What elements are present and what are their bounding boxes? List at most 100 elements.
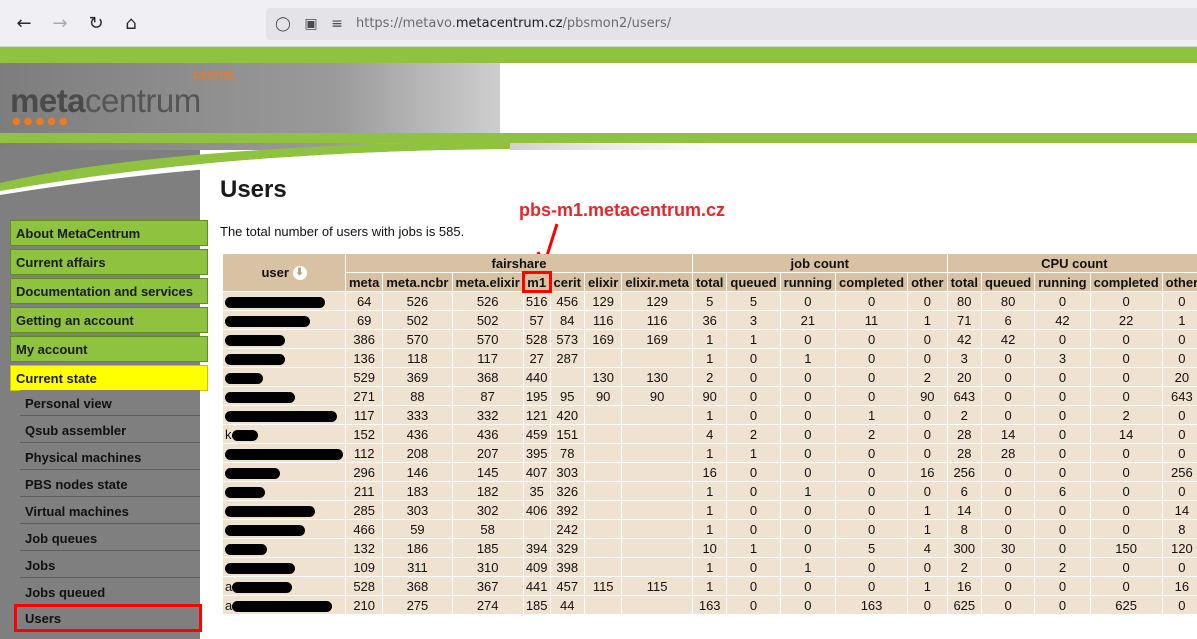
table-row: 132 186 185 394 329 10 1 0 5 4 300 30 0 150 120 [223,539,1197,557]
user-cell[interactable] [223,482,345,500]
address-bar[interactable]: ◯ ▣ ≡ https://metavo.metacentrum.cz/pbsm… [266,8,1197,40]
cell-total: 4 [692,425,727,443]
menu-item-my-account[interactable]: My account [10,336,208,362]
column-header-elixir-meta[interactable]: elixir.meta [622,273,692,291]
column-header-other[interactable]: other [908,273,947,291]
menu-item-current-state[interactable]: Current state [10,365,208,391]
cell-queued: 0 [727,596,780,614]
shield-icon[interactable]: ◯ [274,15,292,33]
cell-running: 1 [780,558,836,576]
cell-other: 0 [908,406,947,424]
cell-other: 1 [908,577,947,595]
cell-queued: 0 [982,501,1035,519]
column-header-completed[interactable]: completed [836,273,908,291]
submenu-item-virtual-machines[interactable]: Virtual machines [20,498,200,524]
user-cell[interactable] [223,406,345,424]
menu-item-documentation-and-services[interactable]: Documentation and services [10,278,208,304]
column-header-running[interactable]: running [780,273,836,291]
column-header-total[interactable]: total [947,273,982,291]
reload-icon[interactable]: ↻ [82,9,110,37]
submenu-item-job-queues[interactable]: Job queues [20,525,200,551]
table-row: 136 118 117 27 287 1 0 1 0 0 3 0 3 0 0 [223,349,1197,367]
cell-completed: 0 [1090,330,1162,348]
user-cell[interactable] [223,558,345,576]
home-icon[interactable]: ⌂ [117,9,145,37]
user-cell[interactable] [223,349,345,367]
cell-elixir-meta: 129 [622,292,692,310]
submenu-item-physical-machines[interactable]: Physical machines [20,444,200,470]
user-cell[interactable] [223,311,345,329]
cell-elixir [585,425,622,443]
menu-item-about-metacentrum[interactable]: About MetaCentrum [10,220,208,246]
cell-queued: 42 [982,330,1035,348]
menu-item-getting-an-account[interactable]: Getting an account [10,307,208,333]
submenu-item-pbs-nodes-state[interactable]: PBS nodes state [20,471,200,497]
column-header-other[interactable]: other [1162,273,1197,291]
cell-completed: 0 [836,463,908,481]
user-cell[interactable] [223,368,345,386]
column-header-queued[interactable]: queued [982,273,1035,291]
submenu-item-qsub-assembler[interactable]: Qsub assembler [20,417,200,443]
user-cell[interactable] [223,501,345,519]
cell-meta-ncbr: 88 [383,387,452,405]
user-cell[interactable]: k [223,425,345,443]
column-header-meta-elixir[interactable]: meta.elixir [452,273,523,291]
cell-queued: 0 [727,520,780,538]
menu-item-current-affairs[interactable]: Current affairs [10,249,208,275]
cell-running: 0 [1035,501,1090,519]
cell-total: 10 [692,539,727,557]
back-arrow-icon[interactable]: ← [10,9,38,37]
url-text[interactable]: https://metavo.metacentrum.cz/pbsmon2/us… [356,16,671,31]
submenu-item-jobs[interactable]: Jobs [20,552,200,578]
redacted-username [225,296,325,308]
lock-icon[interactable]: ▣ [302,15,320,33]
cell-queued: 0 [727,577,780,595]
cell-meta-ncbr: 146 [383,463,452,481]
cell-cerit: 326 [550,482,584,500]
metacentrum-logo[interactable]: metacentrum [10,82,201,120]
permissions-icon[interactable]: ≡ [328,15,346,33]
cell-completed: 0 [836,349,908,367]
submenu-item-users[interactable]: Users [14,604,202,632]
cell-running: 0 [1035,387,1090,405]
cell-meta: 211 [346,482,383,500]
cell-queued: 2 [727,425,780,443]
cell-queued: 5 [727,292,780,310]
user-cell[interactable]: a [223,577,345,595]
column-header-total[interactable]: total [692,273,727,291]
user-column-header[interactable]: user ⬇ [223,254,345,291]
user-cell[interactable] [223,520,345,538]
cell-meta-ncbr: 369 [383,368,452,386]
column-header-queued[interactable]: queued [727,273,780,291]
user-cell[interactable] [223,292,345,310]
cell-completed: 0 [836,387,908,405]
column-header-elixir[interactable]: elixir [585,273,622,291]
column-header-cerit[interactable]: cerit [550,273,584,291]
cell-queued: 6 [982,311,1035,329]
submenu-item-jobs-queued[interactable]: Jobs queued [20,579,200,605]
user-cell[interactable] [223,444,345,462]
cell-total: 6 [947,482,982,500]
user-cell[interactable] [223,387,345,405]
redacted-username [225,505,315,517]
user-cell[interactable]: a [223,596,345,614]
user-cell[interactable] [223,463,345,481]
column-header-meta[interactable]: meta [346,273,383,291]
cell-running: 0 [780,463,836,481]
cell-running: 0 [1035,425,1090,443]
column-header-m1[interactable]: m1 [521,271,552,293]
cell-elixir [585,501,622,519]
cell-meta-elixir: 436 [452,425,523,443]
cesnet-logo[interactable]: cesnet [193,66,234,82]
forward-arrow-icon[interactable]: → [46,9,74,37]
column-header-meta-ncbr[interactable]: meta.ncbr [383,273,452,291]
cell-other: 0 [908,482,947,500]
column-header-completed[interactable]: completed [1090,273,1162,291]
user-cell[interactable] [223,330,345,348]
user-cell[interactable] [223,539,345,557]
cell-total: 1 [692,330,727,348]
cell-total: 643 [947,387,982,405]
column-header-running[interactable]: running [1035,273,1090,291]
sort-down-icon[interactable]: ⬇ [292,266,307,281]
submenu-item-personal-view[interactable]: Personal view [20,390,200,416]
